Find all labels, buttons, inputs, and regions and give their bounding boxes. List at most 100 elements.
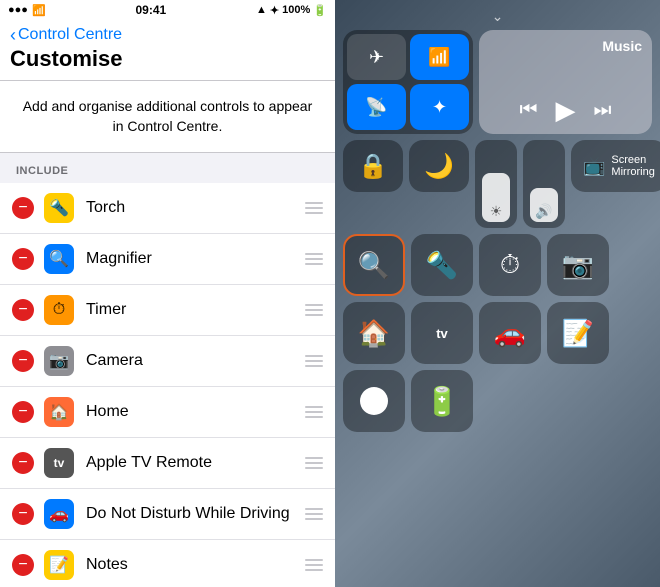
description-text: Add and organise additional controls to … <box>0 81 335 153</box>
cc-music-widget: Music ⏮ ▶ ⏭ <box>479 30 652 134</box>
remove-torch-button[interactable]: − <box>12 197 34 219</box>
torch-cc-icon: 🔦 <box>426 250 458 281</box>
cc-play-button[interactable]: ▶ <box>556 95 576 126</box>
location-icon: ▲ <box>256 4 267 16</box>
cc-next-button[interactable]: ⏭ <box>594 99 612 122</box>
cc-last-row: 🔋 <box>343 370 652 432</box>
list-item: − 🏠 Home <box>0 387 335 438</box>
cc-torch-button[interactable]: 🔦 <box>411 234 473 296</box>
cc-home-button[interactable]: 🏠 <box>343 302 405 364</box>
cc-second-row: 🔒 🌙 ☀ 🔊 📺 <box>343 140 652 228</box>
home-icon: 🏠 <box>44 397 74 427</box>
cc-camera-button[interactable]: 📷 <box>547 234 609 296</box>
notes-icon: 📝 <box>44 550 74 580</box>
back-row: ‹ Control Centre <box>10 26 325 44</box>
camera-cc-icon: 📷 <box>562 250 594 281</box>
drag-handle[interactable] <box>305 457 323 469</box>
cc-sliders: ☀ 🔊 <box>475 140 565 228</box>
home-cc-icon: 🏠 <box>358 318 390 349</box>
cc-status-bar: ⌄ <box>343 8 652 24</box>
cc-icon-row-2: 🏠 tv 🚗 📝 <box>343 302 652 364</box>
remove-camera-button[interactable]: − <box>12 350 34 372</box>
list-item: − ⏱ Timer <box>0 285 335 336</box>
cc-brightness-slider[interactable]: ☀ <box>475 140 517 228</box>
appletv-icon: tv <box>44 448 74 478</box>
cc-bluetooth-button[interactable]: ✦ <box>410 84 469 130</box>
bluetooth-cc-icon: ✦ <box>432 97 447 118</box>
cc-screen-mirroring-button[interactable]: 📺 Screen Mirroring <box>571 140 660 192</box>
battery-area: ▲ ✦ 100% 🔋 <box>256 4 327 17</box>
timer-icon: ⏱ <box>44 295 74 325</box>
signal-area: ●●● 📶 <box>8 4 46 17</box>
camera-label: Camera <box>86 352 305 370</box>
remove-timer-button[interactable]: − <box>12 299 34 321</box>
remove-home-button[interactable]: − <box>12 401 34 423</box>
cc-music-title: Music <box>489 38 642 54</box>
back-label: Control Centre <box>18 26 122 44</box>
cc-prev-button[interactable]: ⏮ <box>520 99 538 122</box>
wifi-icon: 📶 <box>32 4 46 17</box>
cc-low-power-button[interactable]: 🔋 <box>411 370 473 432</box>
drag-handle[interactable] <box>305 406 323 418</box>
timer-cc-icon: ⏱ <box>500 249 520 281</box>
cc-top-row: ✈ 📶 📡 ✦ Music ⏮ ▶ ⏭ <box>343 30 652 134</box>
cc-do-not-disturb-button[interactable]: 🌙 <box>409 140 469 192</box>
battery-label: 100% <box>282 4 310 16</box>
cc-notes-button[interactable]: 📝 <box>547 302 609 364</box>
remove-notes-button[interactable]: − <box>12 554 34 576</box>
cc-magnifier-button[interactable]: 🔍 <box>343 234 405 296</box>
list-item: − 🔦 Torch <box>0 183 335 234</box>
cc-timer-button[interactable]: ⏱ <box>479 234 541 296</box>
control-center: ⌄ ✈ 📶 📡 ✦ Music ⏮ <box>335 0 660 587</box>
nav-bar: ‹ Control Centre Customise <box>0 20 335 81</box>
remove-appletv-button[interactable]: − <box>12 452 34 474</box>
appletv-label: Apple TV Remote <box>86 454 305 472</box>
list-item: − 📷 Camera <box>0 336 335 387</box>
airplane-icon: ✈ <box>369 47 384 68</box>
remove-magnifier-button[interactable]: − <box>12 248 34 270</box>
back-button[interactable]: ‹ Control Centre <box>10 26 122 44</box>
list-item: − tv Apple TV Remote <box>0 438 335 489</box>
battery-cc-icon: 🔋 <box>425 385 460 418</box>
cc-chevron-icon: ⌄ <box>492 8 504 25</box>
remove-dnd-button[interactable]: − <box>12 503 34 525</box>
drag-handle[interactable] <box>305 355 323 367</box>
cc-volume-slider[interactable]: 🔊 <box>523 140 565 228</box>
status-bar: ●●● 📶 09:41 ▲ ✦ 100% 🔋 <box>0 0 335 20</box>
signal-icon: ●●● <box>8 4 28 16</box>
cc-appletv-button[interactable]: tv <box>411 302 473 364</box>
drag-handle[interactable] <box>305 202 323 214</box>
magnifier-icon: 🔍 <box>44 244 74 274</box>
lock-rotation-icon: 🔒 <box>358 152 388 181</box>
cc-dnd-driving-button[interactable]: 🚗 <box>479 302 541 364</box>
drag-handle[interactable] <box>305 253 323 265</box>
cc-music-controls: ⏮ ▶ ⏭ <box>489 95 642 126</box>
page-title: Customise <box>10 46 325 72</box>
cc-screen-record-button[interactable] <box>343 370 405 432</box>
list-item: − 🔍 Magnifier <box>0 234 335 285</box>
timer-label: Timer <box>86 301 305 319</box>
screen-mirror-icon: 📺 <box>583 156 605 177</box>
bluetooth-icon: ✦ <box>270 4 279 17</box>
drag-handle[interactable] <box>305 559 323 571</box>
drag-handle[interactable] <box>305 508 323 520</box>
back-chevron-icon: ‹ <box>10 26 16 44</box>
record-inner-circle <box>360 387 388 415</box>
cc-lock-rotation-button[interactable]: 🔒 <box>343 140 403 192</box>
cc-wifi-button[interactable]: 📶 <box>410 34 469 80</box>
camera-icon: 📷 <box>44 346 74 376</box>
drag-handle[interactable] <box>305 304 323 316</box>
list-item: − 🚗 Do Not Disturb While Driving <box>0 489 335 540</box>
brightness-icon: ☀ <box>490 203 503 220</box>
wifi-icon: 📶 <box>428 47 450 68</box>
notes-cc-icon: 📝 <box>562 318 594 349</box>
dnd-driving-icon: 🚗 <box>44 499 74 529</box>
appletv-cc-icon: tv <box>436 326 448 341</box>
moon-icon: 🌙 <box>424 152 454 181</box>
dnd-driving-label: Do Not Disturb While Driving <box>86 505 305 523</box>
items-list: − 🔦 Torch − 🔍 Magnifier − ⏱ Timer − 📷 Ca… <box>0 183 335 587</box>
cc-airplane-button[interactable]: ✈ <box>347 34 406 80</box>
magnifier-cc-icon: 🔍 <box>358 250 390 281</box>
cc-connectivity-grid: ✈ 📶 📡 ✦ <box>343 30 473 134</box>
cc-cellular-button[interactable]: 📡 <box>347 84 406 130</box>
